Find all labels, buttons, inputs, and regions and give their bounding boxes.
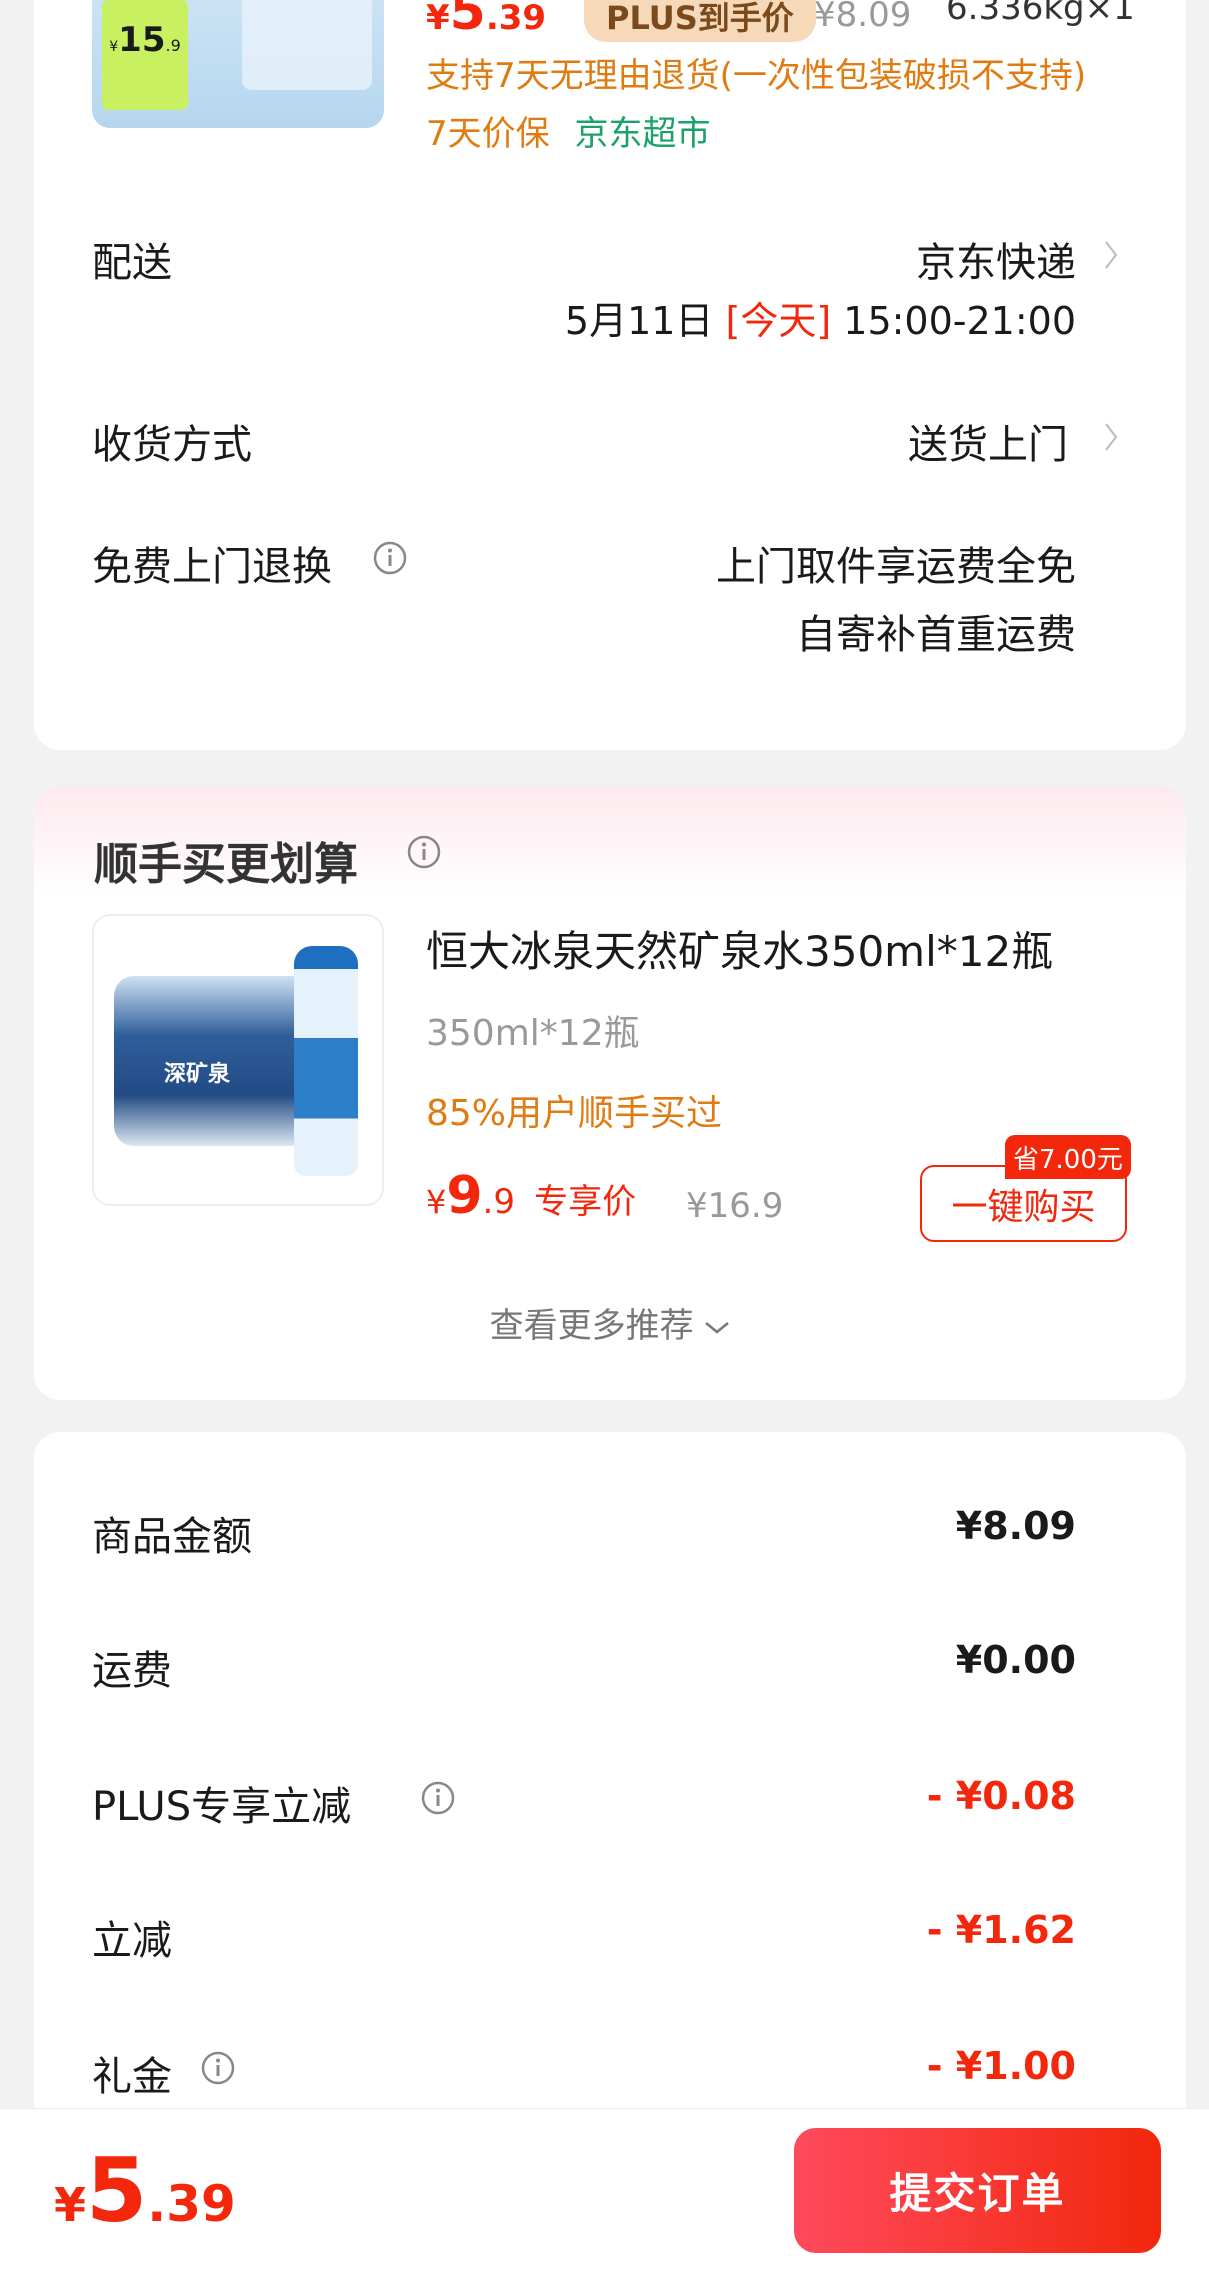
recommend-product-image[interactable]: 深矿泉 [92,914,384,1206]
total-dec: .39 [147,2175,236,2233]
total-price: ¥5.39 [54,2139,236,2242]
thumb-price-small: .9 [165,36,181,55]
plus-price-tag: PLUS到手价 [584,0,816,42]
free-return-line2: 自寄补首重运费 [796,612,1076,658]
delivery-time[interactable]: 5月11日 [今天] 15:00-21:00 [565,290,1076,345]
submit-order-button[interactable]: 提交订单 [794,2128,1161,2253]
store-name[interactable]: 京东超市 [574,114,710,154]
pack-label: 深矿泉 [164,1062,231,1087]
recommend-price-currency: ¥ [426,1183,447,1221]
gift-money-label: 礼金 [92,2054,172,2100]
product-original-price: ¥8.09 [814,0,912,35]
recommend-title: 顺手买更划算 [94,839,358,890]
delivery-date: 5月11日 [564,299,714,343]
info-icon[interactable] [406,834,442,870]
recommend-bought-rate: 85%用户顺手买过 [426,1093,723,1134]
recommend-price-label: 专享价 [534,1182,637,1222]
recommend-product-name[interactable]: 恒大冰泉天然矿泉水350ml*12瓶 [426,918,1053,979]
save-amount-tag: 省7.00元 [1005,1135,1131,1179]
recommend-product-spec: 350ml*12瓶 [426,1013,640,1054]
plus-discount-value: - ¥0.08 [926,1774,1076,1818]
product-thumbnail[interactable]: ¥15.9 [92,0,384,128]
product-price: ¥5.39 [426,0,546,42]
chevron-down-icon [705,1321,730,1334]
goods-amount-label: 商品金额 [92,1514,252,1560]
free-return-line1: 上门取件享运费全免 [716,544,1076,590]
thumb-bottle-image [242,0,372,90]
return-policy: 支持7天无理由退货(一次性包装破损不支持) [426,56,1087,96]
total-currency: ¥ [54,2178,87,2232]
plus-discount-label: PLUS专享立减 [92,1784,352,1830]
info-icon[interactable] [420,1780,456,1816]
info-icon[interactable] [372,540,408,576]
more-recommend-link[interactable]: 查看更多推荐 [34,1298,1186,1347]
free-return-label: 免费上门退换 [92,544,332,590]
chevron-right-icon[interactable] [1104,422,1118,452]
delivery-method[interactable]: 京东快递 [916,230,1076,288]
delivery-label: 配送 [92,240,172,286]
delivery-window: 15:00-21:00 [843,299,1076,343]
price-protect: 7天价保 [426,114,550,154]
product-weight-qty: 6.336kg×1 [946,0,1135,28]
shipping-value: ¥0.00 [955,1638,1076,1682]
recommend-card: 顺手买更划算 深矿泉 恒大冰泉天然矿泉水350ml*12瓶 350ml*12瓶 … [34,786,1186,1400]
total-int: 5 [86,2139,148,2242]
guarantee-line: 7天价保 京东超市 [426,106,710,155]
recommend-price: ¥9.9 专享价 [426,1166,636,1226]
price-dec: .39 [485,0,547,38]
recommend-price-int: 9 [446,1166,483,1226]
thumb-price-currency: ¥ [109,39,119,55]
receive-label: 收货方式 [92,422,252,468]
goods-amount-value: ¥8.09 [955,1504,1076,1548]
instant-discount-label: 立减 [92,1918,172,1964]
receive-value[interactable]: 送货上门 [908,412,1068,470]
price-summary-card: 商品金额 ¥8.09 运费 ¥0.00 PLUS专享立减 - ¥0.08 立减 … [34,1432,1186,2152]
water-bottle-image [294,946,358,1176]
info-icon[interactable] [200,2050,236,2086]
recommend-price-dec: .9 [482,1182,515,1222]
recommend-original-price: ¥16.9 [686,1186,784,1226]
gift-money-value: - ¥1.00 [926,2044,1076,2088]
checkout-bar: ¥5.39 提交订单 [0,2108,1209,2273]
price-currency: ¥ [426,0,450,38]
more-recommend-text: 查看更多推荐 [489,1306,694,1346]
order-item-card: ¥15.9 ¥5.39 PLUS到手价 ¥8.09 6.336kg×1 支持7天… [34,0,1186,750]
delivery-today: [今天] [725,299,832,343]
instant-discount-value: - ¥1.62 [926,1908,1076,1952]
thumb-price-badge: ¥15.9 [102,0,188,110]
thumb-price-big: 15 [118,20,166,60]
price-int: 5 [449,0,486,42]
shipping-label: 运费 [92,1648,172,1694]
chevron-right-icon[interactable] [1104,240,1118,270]
